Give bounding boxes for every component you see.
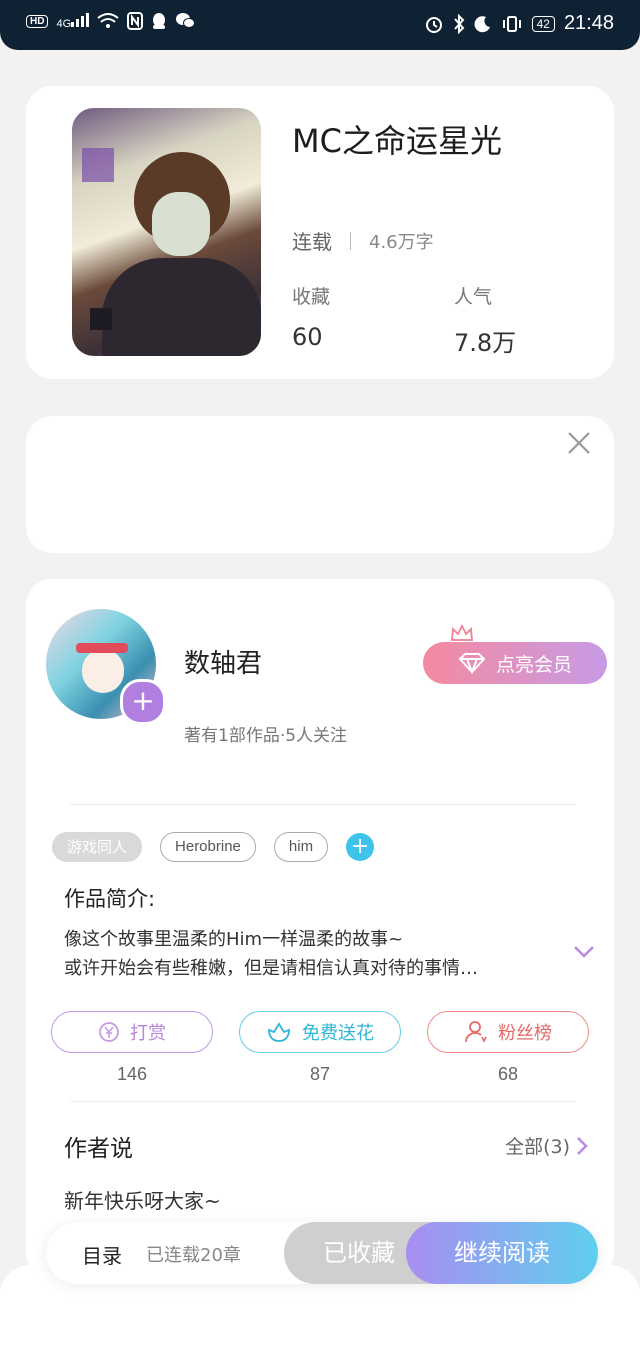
favorites-label: 收藏: [292, 286, 331, 308]
status-right: 42 21:48: [424, 12, 614, 35]
word-count: 4.6万字: [369, 231, 434, 253]
wechat-icon: [176, 13, 196, 28]
intro-text[interactable]: 像这个故事里温柔的Him一样温柔的故事~ 或许开始会有些稚嫩，但是请相信认真对待…: [64, 925, 544, 983]
add-tag-icon[interactable]: +: [346, 833, 375, 861]
qq-icon: [153, 13, 166, 29]
author-name: 数轴君: [184, 649, 263, 679]
author-says-all-link[interactable]: 全部(3): [505, 1132, 588, 1159]
chevron-right-icon: [577, 1136, 588, 1155]
send-flower-button[interactable]: 免费送花 87: [239, 1011, 401, 1084]
follow-plus-icon[interactable]: +: [120, 679, 166, 725]
bluetooth-icon: [453, 13, 464, 34]
popularity-stat: 人气 7.8万: [454, 282, 516, 358]
tag-game-fanfic[interactable]: 游戏同人: [52, 832, 143, 862]
author-card: + 数轴君 点亮会员 著有1部作品·5人关注 游戏同人 Herobrine hi…: [26, 579, 614, 1279]
intro-line: 像这个故事里温柔的Him一样温柔的故事~: [64, 929, 404, 950]
intro-title: 作品简介:: [64, 887, 156, 911]
author-says-latest[interactable]: 新年快乐呀大家~: [64, 1185, 221, 1214]
close-icon[interactable]: [566, 430, 592, 456]
divider: [350, 231, 351, 250]
bottom-action-bar: 目录 已连载20章 已收藏 继续阅读: [46, 1222, 598, 1284]
vip-button[interactable]: 点亮会员: [423, 642, 607, 684]
author-says-title: 作者说: [64, 1136, 133, 1162]
tag-list: 游戏同人 Herobrine him +: [52, 832, 375, 862]
reward-label: 打赏: [130, 1023, 166, 1044]
book-cover[interactable]: [72, 108, 261, 356]
ad-card: [26, 416, 614, 553]
fans-count: 68: [497, 1064, 519, 1084]
intro-line: 或许开始会有些稚嫩，但是请相信认真对待的事情…: [64, 958, 478, 979]
fan-user-icon: [465, 1021, 487, 1043]
book-title: MC之命运星光: [292, 122, 502, 160]
popularity-label: 人气: [454, 286, 493, 308]
moon-icon: [474, 15, 490, 32]
favorites-value: 60: [292, 323, 323, 351]
chapter-count: 已连载20章: [146, 1245, 241, 1266]
signal-4g-icon: 4G: [56, 12, 90, 30]
flower-icon: [268, 1022, 290, 1042]
flower-label: 免费送花: [302, 1023, 374, 1044]
yen-icon: [99, 1022, 119, 1042]
continue-reading-button[interactable]: 继续阅读: [406, 1222, 598, 1284]
diamond-icon: [458, 653, 486, 674]
serial-status: 连载: [292, 230, 332, 254]
author-meta: 著有1部作品·5人关注: [184, 726, 348, 746]
clock: 21:48: [563, 12, 614, 34]
fans-label: 粉丝榜: [498, 1023, 552, 1044]
vip-label: 点亮会员: [495, 653, 572, 676]
popularity-value: 7.8万: [454, 329, 517, 357]
fan-ranking-button[interactable]: 粉丝榜 68: [427, 1011, 589, 1084]
status-left: HD 4G: [26, 12, 196, 30]
crown-icon: [451, 623, 473, 641]
author-says-all-label: 全部(3): [505, 1136, 570, 1158]
alarm-icon: [425, 16, 442, 33]
divider: [70, 804, 576, 805]
tag-him[interactable]: him: [273, 832, 329, 862]
status-bar: HD 4G 42 21:48: [0, 0, 640, 50]
vibrate-icon: [502, 15, 521, 32]
battery-icon: 42: [531, 15, 555, 32]
tag-herobrine[interactable]: Herobrine: [160, 832, 256, 862]
wifi-icon: [97, 13, 119, 28]
toc-button[interactable]: 目录: [82, 1240, 122, 1269]
reward-button[interactable]: 打赏 146: [51, 1011, 213, 1084]
book-info-card: MC之命运星光 连载 4.6万字 收藏 60 人气 7.8万: [26, 86, 614, 379]
reward-count: 146: [116, 1064, 148, 1084]
favorites-stat: 收藏 60: [292, 282, 330, 351]
flower-count: 87: [309, 1064, 331, 1084]
nfc-icon: [127, 12, 144, 30]
hd-icon: HD: [26, 14, 49, 28]
divider: [70, 1101, 576, 1102]
book-status-line: 连载 4.6万字: [292, 226, 434, 255]
chevron-down-icon[interactable]: [572, 944, 596, 960]
